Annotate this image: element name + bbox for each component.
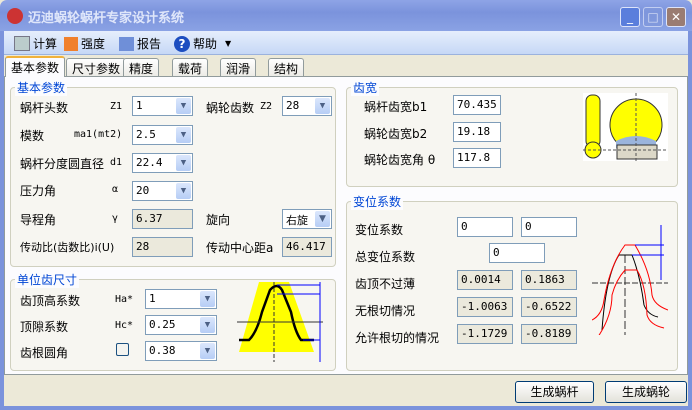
lead-angle-field: 6.37: [132, 209, 193, 229]
generate-wheel-button[interactable]: 生成蜗轮: [605, 381, 687, 403]
dropdown-arrow-icon: ▼: [225, 39, 232, 48]
tab-size[interactable]: 尺寸参数: [66, 58, 127, 76]
shift-label: 变位系数: [355, 223, 404, 237]
chevron-down-icon: ▼: [176, 155, 191, 171]
ha-symbol: Ha*: [115, 294, 134, 305]
calc-button[interactable]: 计算: [14, 35, 57, 52]
chevron-down-icon: ▼: [200, 291, 215, 307]
tooth-profile-diagram: [237, 282, 323, 362]
center-distance-field: 46.417: [282, 237, 332, 257]
shift-coef-title: 变位系数: [351, 193, 404, 210]
tip-thin-label: 齿顶不过薄: [355, 277, 416, 291]
help-icon: ?: [174, 35, 190, 52]
chevron-down-icon: ▼: [176, 127, 191, 143]
chevron-down-icon: ▼: [176, 98, 191, 114]
z2-select[interactable]: 28 ▼: [282, 96, 332, 116]
ratio-label: 传动比(齿数比)i(U): [20, 241, 115, 254]
module-select[interactable]: 2.5 ▼: [132, 125, 193, 145]
allow-undercut-2: -0.8189: [521, 324, 577, 344]
total-shift-input[interactable]: 0: [489, 243, 545, 263]
close-button[interactable]: ✕: [666, 7, 686, 27]
hc-select[interactable]: 0.25 ▼: [145, 315, 217, 335]
fillet-select[interactable]: 0.38 ▼: [145, 341, 217, 361]
no-undercut-label: 无根切情况: [355, 304, 416, 318]
allow-undercut-label: 允许根切的情况: [355, 331, 440, 345]
z1-symbol: Z1: [110, 101, 123, 112]
chevron-down-icon: ▼: [176, 183, 191, 199]
theta-label: 蜗轮齿宽角 θ: [364, 153, 436, 167]
lead-angle-label: 导程角: [20, 213, 57, 227]
allow-undercut-1: -1.1729: [457, 324, 513, 344]
minimize-button[interactable]: _: [620, 7, 640, 27]
shift-x2-input[interactable]: 0: [521, 217, 577, 237]
strength-icon: [64, 36, 78, 51]
ha-label: 齿顶高系数: [20, 294, 81, 308]
no-undercut-1: -1.0063: [457, 297, 513, 317]
ratio-field: 28: [132, 237, 193, 257]
help-button[interactable]: ? 帮助 ▼: [174, 35, 231, 52]
toolbar: 计算 强度 报告 ? 帮助 ▼: [4, 31, 688, 55]
fillet-label: 齿根圆角: [20, 346, 69, 360]
direction-label: 旋向: [206, 213, 231, 227]
z1-label: 蜗杆头数: [20, 101, 69, 115]
tab-lubrication[interactable]: 润滑: [220, 58, 257, 76]
strength-button[interactable]: 强度: [64, 35, 105, 52]
chevron-down-icon: ▼: [200, 343, 215, 359]
tab-load[interactable]: 载荷: [172, 58, 209, 76]
z2-label: 蜗轮齿数: [206, 101, 255, 115]
gamma-symbol: γ: [112, 213, 119, 224]
module-symbol: ma1(mt2): [74, 129, 123, 140]
pressure-angle-label: 压力角: [20, 184, 57, 198]
b2-input[interactable]: 19.18: [453, 122, 501, 142]
d1-label: 蜗杆分度圆直径: [20, 157, 105, 171]
b1-input[interactable]: 70.435: [453, 95, 501, 115]
report-button[interactable]: 报告: [119, 35, 161, 52]
report-icon: [119, 36, 134, 51]
chevron-down-icon: ▼: [200, 317, 215, 333]
chevron-down-icon: ▼: [315, 98, 330, 114]
tip-thin-1: 0.0014: [457, 270, 513, 290]
pressure-angle-select[interactable]: 20 ▼: [132, 181, 193, 201]
b2-label: 蜗轮齿宽b2: [364, 127, 428, 141]
chevron-down-icon: ▼: [315, 211, 330, 227]
tab-precision[interactable]: 精度: [123, 58, 160, 76]
app-icon: [7, 8, 23, 24]
profile-shift-diagram: [592, 225, 668, 335]
total-shift-label: 总变位系数: [355, 250, 416, 264]
unit-tooth-title: 单位齿尺寸: [15, 271, 80, 288]
shift-x1-input[interactable]: 0: [457, 217, 513, 237]
center-distance-label: 传动中心距a: [206, 241, 274, 255]
ha-select[interactable]: 1 ▼: [145, 289, 217, 309]
tooth-width-title: 齿宽: [351, 79, 380, 96]
z2-symbol: Z2: [260, 101, 273, 112]
title-bar: 迈迪蜗轮蜗杆专家设计系统 _ □ ✕: [0, 0, 692, 31]
direction-select[interactable]: 右旋 ▼: [282, 209, 332, 229]
calculator-icon: [14, 36, 30, 51]
maximize-button[interactable]: □: [643, 7, 663, 27]
theta-input[interactable]: 117.8: [453, 148, 501, 168]
worm-gear-diagram: [583, 93, 668, 161]
d1-select[interactable]: 22.4 ▼: [132, 153, 193, 173]
fillet-checkbox[interactable]: [116, 343, 129, 356]
hc-label: 顶隙系数: [20, 320, 69, 334]
b1-label: 蜗杆齿宽b1: [364, 100, 428, 114]
module-label: 模数: [20, 129, 45, 143]
window-title: 迈迪蜗轮蜗杆专家设计系统: [28, 11, 185, 26]
alpha-symbol: α: [112, 184, 119, 195]
z1-select[interactable]: 1 ▼: [132, 96, 193, 116]
tip-thin-2: 0.1863: [521, 270, 577, 290]
d1-symbol: d1: [110, 157, 123, 168]
tab-basic[interactable]: 基本参数: [5, 56, 66, 77]
hc-symbol: Hc*: [115, 320, 134, 331]
basic-params-title: 基本参数: [15, 79, 68, 96]
no-undercut-2: -0.6522: [521, 297, 577, 317]
generate-worm-button[interactable]: 生成蜗杆: [515, 381, 594, 403]
tab-structure[interactable]: 结构: [268, 58, 305, 76]
